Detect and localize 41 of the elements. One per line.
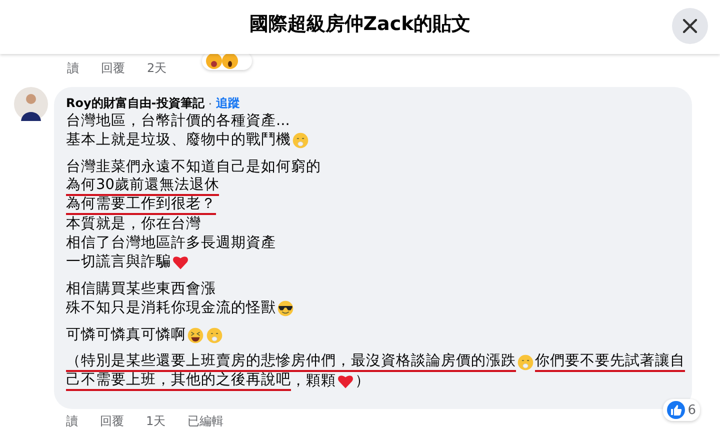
like-count: 6 <box>688 402 696 418</box>
comment-text: 你們要不要先試著讓自 <box>535 353 685 372</box>
comment-action[interactable]: 回覆 <box>101 60 125 76</box>
avatar[interactable] <box>14 87 48 121</box>
dialog-title: 國際超級房仲Zack的貼文 <box>249 12 471 37</box>
face-icon <box>517 354 534 371</box>
comment-text: ） <box>355 372 370 391</box>
heart-icon <box>172 254 189 271</box>
comment-action[interactable]: 2天 <box>147 60 167 76</box>
comment-action[interactable]: 回覆 <box>100 413 124 430</box>
comment-action[interactable]: 讀 <box>66 413 78 430</box>
author-name[interactable]: Roy的財富自由-投資筆記 <box>66 95 204 112</box>
comment-action[interactable]: 1天 <box>146 413 166 430</box>
comment-text: 台灣韭菜們永遠不知道自己是如何窮的 <box>66 158 321 177</box>
comment-text: 本質就是，你在台灣 <box>66 215 201 234</box>
comment-text: 為何需要工作到很老？ <box>66 196 216 215</box>
sunglasses-face-icon <box>277 300 294 317</box>
face-icon <box>206 327 223 344</box>
comment-text: 一切謊言與詐騙 <box>66 253 171 272</box>
thumbs-up-icon <box>666 401 685 419</box>
face-icon <box>292 132 309 149</box>
comment-text: 基本上就是垃圾、廢物中的戰鬥機 <box>66 131 291 150</box>
comment-text: （特別是某些還要上班賣房的悲慘房仲們，最沒資格談論房價的漲跌 <box>66 353 516 372</box>
close-button[interactable] <box>672 8 708 44</box>
comment-text: 相信購買某些東西會漲 <box>66 280 216 299</box>
comment-text: 可憐可憐真可憐啊 <box>66 326 186 345</box>
comment-action[interactable]: 讀 <box>67 60 79 76</box>
comment-action[interactable]: 已編輯 <box>188 413 224 430</box>
like-count-badge[interactable]: 6 <box>662 399 700 421</box>
comment-text: 己不需要上班，其他的之後再說吧 <box>66 372 291 391</box>
laughing-face-icon <box>187 327 204 344</box>
comment-text: 台灣地區，台幣計價的各種資產... <box>66 112 290 131</box>
close-icon <box>683 19 697 33</box>
follow-link[interactable]: 追蹤 <box>216 95 240 112</box>
comment-text: 為何30歲前還無法退休 <box>66 177 220 196</box>
comment-text: 殊不知只是消耗你現金流的怪獸 <box>66 299 276 318</box>
comment-text: ，顆顆 <box>291 372 336 391</box>
comment-text: 相信了台灣地區許多長週期資產 <box>66 234 276 253</box>
separator: · <box>208 96 212 110</box>
reaction-icon <box>206 53 238 69</box>
heart-icon <box>337 373 354 390</box>
